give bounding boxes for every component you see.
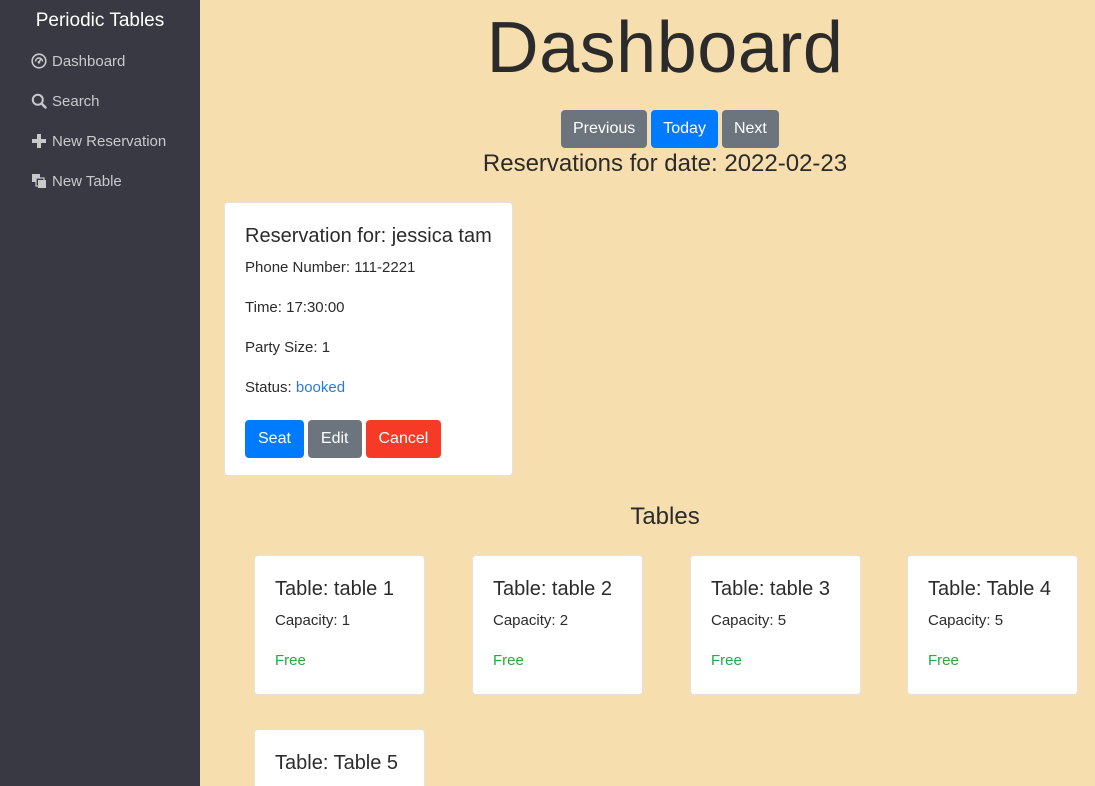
- table-status: Free: [928, 652, 959, 669]
- table-capacity: Capacity: 5: [928, 612, 1004, 629]
- reservation-time: Time: 17:30:00: [245, 299, 345, 316]
- table-card: Table: table 1 Capacity: 1 Free: [254, 555, 425, 695]
- next-button[interactable]: Next: [721, 110, 779, 148]
- table-card: Table: Table 4 Capacity: 5 Free: [907, 555, 1078, 695]
- edit-button[interactable]: Edit: [307, 420, 362, 458]
- table-status: Free: [275, 652, 306, 669]
- plus-icon: [30, 132, 48, 150]
- table-status: Free: [493, 652, 524, 669]
- sidebar-item-label: Search: [52, 92, 100, 110]
- table-card: Table: table 3 Capacity: 5 Free: [690, 555, 861, 695]
- reservation-title: Reservation for: jessica tam: [245, 225, 492, 247]
- table-title: Table: Table 5: [275, 752, 399, 774]
- previous-button[interactable]: Previous: [561, 110, 648, 148]
- seat-button[interactable]: Seat: [245, 420, 304, 458]
- reservation-party-size: Party Size: 1: [245, 339, 331, 356]
- table-title: Table: Table 4: [928, 578, 1052, 600]
- search-icon: [30, 92, 48, 110]
- sidebar-item-new-table[interactable]: New Table: [30, 169, 122, 193]
- status-label: Status:: [245, 379, 296, 396]
- brand-title[interactable]: Periodic Tables: [0, 8, 200, 34]
- reservation-status: Status: booked: [245, 376, 492, 400]
- sidebar-item-label: New Table: [52, 172, 122, 190]
- tables-heading: Tables: [630, 503, 700, 530]
- sidebar-item-new-reservation[interactable]: New Reservation: [30, 129, 166, 153]
- today-button[interactable]: Today: [651, 110, 718, 148]
- sidebar: Periodic Tables Dashboard Search New Res…: [0, 0, 200, 786]
- cancel-button[interactable]: Cancel: [365, 420, 442, 458]
- table-title: Table: table 3: [711, 578, 830, 600]
- status-badge: booked: [295, 379, 346, 396]
- reservation-card: Reservation for: jessica tam Phone Numbe…: [224, 202, 513, 476]
- table-capacity: Capacity: 2: [493, 612, 569, 629]
- sidebar-item-label: Dashboard: [52, 52, 126, 70]
- page-title: Dashboard: [486, 8, 844, 88]
- table-card: Table: table 2 Capacity: 2 Free: [472, 555, 643, 695]
- sidebar-item-label: New Reservation: [52, 132, 167, 150]
- table-card: Table: Table 5: [254, 729, 425, 786]
- table-title: Table: table 2: [493, 578, 612, 600]
- date-navigation: Previous Today Next: [561, 110, 779, 148]
- dashboard-icon: [30, 52, 48, 70]
- reservations-heading: Reservations for date: 2022-02-23: [482, 150, 848, 177]
- layers-icon: [30, 172, 48, 190]
- reservation-actions: Seat Edit Cancel: [245, 420, 492, 458]
- table-title: Table: table 1: [275, 578, 394, 600]
- reservation-phone: Phone Number: 111-2221: [245, 259, 416, 276]
- table-capacity: Capacity: 1: [275, 612, 351, 629]
- table-status: Free: [711, 652, 742, 669]
- table-capacity: Capacity: 5: [711, 612, 787, 629]
- sidebar-item-search[interactable]: Search: [30, 89, 100, 113]
- sidebar-item-dashboard[interactable]: Dashboard: [30, 49, 125, 73]
